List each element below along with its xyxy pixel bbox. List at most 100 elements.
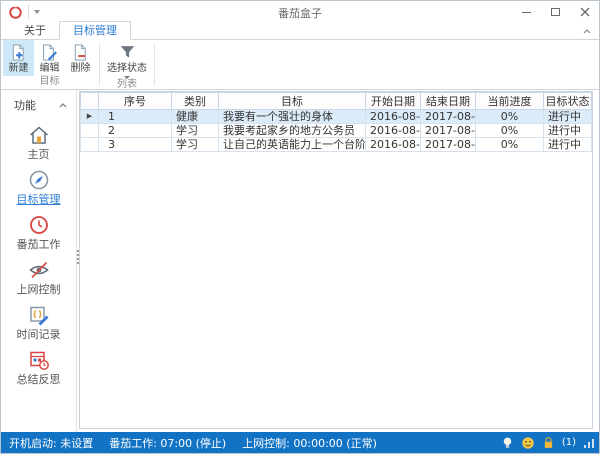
calendar-reflect-icon [29,351,49,370]
chevron-up-icon [583,29,591,34]
cell-category: 学习 [171,123,219,138]
col-header-end[interactable]: 结束日期 [420,92,476,110]
ribbon-separator [154,43,155,86]
cell-start: 2016-08-21 [365,123,421,138]
sidebar-item-label: 时间记录 [16,328,61,341]
edit-button[interactable]: 编辑 [34,40,65,76]
quick-access-toolbar [1,5,40,20]
col-header-status[interactable]: 目标状态 [543,92,592,110]
lock-icon[interactable] [542,436,555,450]
cell-category: 健康 [171,109,219,124]
maximize-button[interactable] [541,2,570,23]
sidebar-item-label: 目标管理 [16,193,61,206]
collapse-chevron-icon [59,102,67,107]
cell-start: 2016-08-21 [365,109,421,124]
sidebar-header[interactable]: 功能 [1,97,76,113]
sidebar-item-label: 番茄工作 [16,238,61,251]
maximize-icon [551,8,560,16]
col-header-goal[interactable]: 目标 [218,92,366,110]
lock-count-badge: (1) [561,437,576,448]
new-document-icon [12,44,24,61]
sidebar-item-label: 主页 [27,148,50,161]
cell-end: 2017-08-21 [420,137,476,152]
cell-status: 进行中 [543,137,592,152]
col-header-category[interactable]: 类别 [171,92,219,110]
cell-no: 1 [98,109,172,124]
ribbon-separator [99,43,100,86]
cell-no: 3 [98,137,172,152]
tomato-clock-icon [29,216,48,234]
close-icon [580,7,589,17]
splitter-grip-icon [77,250,79,252]
table-row[interactable]: ▶ 1 健康 我要有一个强壮的身体 2016-08-21 2017-08-21 … [80,109,592,124]
cell-no: 2 [98,123,172,138]
sidebar-item-home[interactable]: 主页 [1,123,76,161]
minimize-button[interactable] [512,2,541,23]
cell-progress: 0% [475,109,544,124]
col-header-progress[interactable]: 当前进度 [475,92,544,110]
compass-icon [29,170,48,190]
col-header-start[interactable]: 开始日期 [365,92,421,110]
col-header-no[interactable]: 序号 [98,92,172,110]
divider [28,5,29,19]
cell-start: 2016-08-21 [365,137,421,152]
time-record-icon [29,306,48,326]
sidebar-splitter[interactable] [76,90,79,434]
status-bar: 开机启动: 未设置 番茄工作: 07:00 (停止) 上网控制: 00:00:0… [1,432,599,453]
cell-end: 2017-08-21 [420,109,476,124]
sidebar-item-goal-management[interactable]: 目标管理 [1,168,76,206]
minimize-icon [522,11,531,13]
row-selector-header [80,92,99,110]
delete-document-icon [74,44,86,61]
app-logo-icon [9,5,22,19]
sidebar-item-time-record[interactable]: 时间记录 [1,303,76,341]
ribbon-tab-row: 关于 目标管理 [1,21,599,40]
delete-button-label: 删除 [70,63,91,74]
status-internet-control: 上网控制: 00:00:00 (正常) [242,436,377,450]
table-row[interactable]: 3 学习 让自己的英语能力上一个台阶 2016-08-21 2017-08-21… [80,137,592,152]
cell-category: 学习 [171,137,219,152]
edit-button-label: 编辑 [39,63,60,74]
ribbon-group-label-goal: 目标 [39,76,60,87]
lightbulb-icon[interactable] [501,436,514,450]
row-selector [80,123,99,138]
cell-goal: 让自己的英语能力上一个台阶 [218,137,366,152]
table-row[interactable]: 2 学习 我要考起家乡的地方公务员 2016-08-21 2017-08-21 … [80,123,592,138]
tab-about[interactable]: 关于 [11,22,59,39]
sidebar-item-summary-reflect[interactable]: 总结反思 [1,348,76,386]
ribbon: 新建 编辑 删除 目标 选择状态 列表 [1,40,599,90]
row-selector-arrow-icon: ▶ [80,109,99,124]
sidebar-item-label: 上网控制 [16,283,61,296]
row-selector [80,137,99,152]
main-area: 功能 主页 目标管理 番茄工作 上网控制 时间记录 总结反思 序号 类别 目标 … [1,90,599,434]
status-startup: 开机启动: 未设置 [9,436,94,450]
window-title: 番茄盒子 [278,7,322,20]
close-button[interactable] [570,2,599,23]
status-tomato-work: 番茄工作: 07:00 (停止) [109,436,227,450]
ribbon-group-goal: 新建 编辑 删除 目标 [3,40,96,89]
cell-progress: 0% [475,137,544,152]
quick-access-dropdown-icon[interactable] [34,10,40,14]
new-button-label: 新建 [8,63,29,74]
edit-document-icon [43,44,58,61]
window-controls [512,2,599,23]
resize-grip-icon[interactable] [583,437,595,449]
new-button[interactable]: 新建 [3,40,34,76]
sidebar-item-tomato-work[interactable]: 番茄工作 [1,213,76,251]
eye-slash-icon [28,261,49,279]
sidebar: 功能 主页 目标管理 番茄工作 上网控制 时间记录 总结反思 [1,90,76,434]
cell-status: 进行中 [543,123,592,138]
sidebar-item-label: 总结反思 [16,373,61,386]
titlebar: 番茄盒子 [1,1,599,23]
sidebar-header-label: 功能 [14,99,36,112]
home-icon [29,126,48,144]
delete-button[interactable]: 删除 [65,40,96,76]
cell-status: 进行中 [543,109,592,124]
select-status-button[interactable]: 选择状态 [103,40,151,79]
tab-goal-management[interactable]: 目标管理 [59,21,131,40]
sidebar-item-internet-control[interactable]: 上网控制 [1,258,76,296]
select-status-label: 选择状态 [107,63,147,74]
smiley-face-icon[interactable] [521,436,535,450]
cell-progress: 0% [475,123,544,138]
app-window: 番茄盒子 关于 目标管理 新建 编辑 删除 目标 选择状态 列表 功能 主页 目… [0,0,600,454]
